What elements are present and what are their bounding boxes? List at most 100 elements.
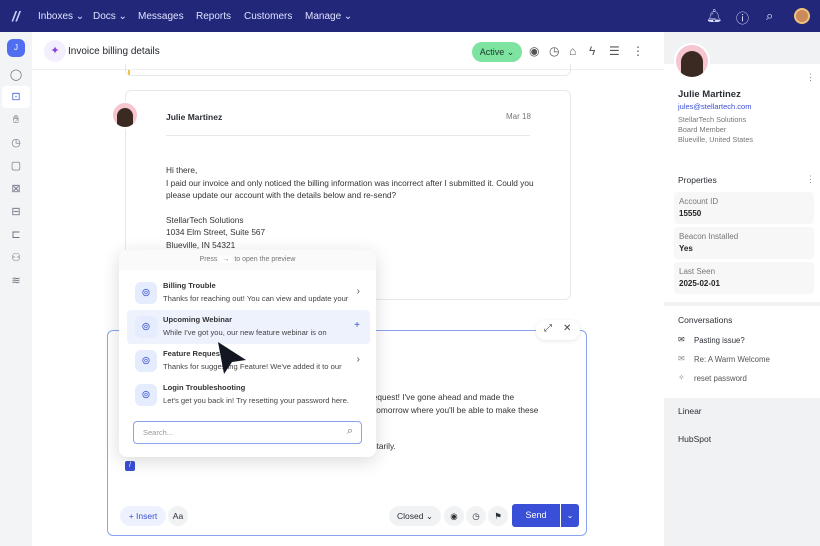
contact-role: Board Member: [678, 125, 727, 134]
nav-inboxes[interactable]: Inboxes ⌄: [38, 11, 84, 22]
nav-docs[interactable]: Docs ⌄: [93, 11, 127, 22]
chat-icon[interactable]: ◯: [9, 68, 23, 82]
workflow-bolt-icon[interactable]: ϟ: [589, 44, 595, 58]
sent-icon[interactable]: ⊠: [9, 182, 23, 196]
message-date: Mar 18: [506, 112, 531, 121]
mailbox-avatar[interactable]: J: [7, 39, 25, 57]
left-sidebar: [0, 32, 32, 546]
contact-email[interactable]: jules@stellartech.com: [678, 102, 751, 111]
status-dropdown[interactable]: Active ⌄: [472, 42, 522, 62]
send-button[interactable]: Send: [512, 504, 560, 527]
notifications-icon[interactable]: 🔔︎: [706, 8, 723, 24]
saved-reply-title: Login Troubleshooting: [163, 383, 246, 392]
insert-button[interactable]: + Insert: [120, 506, 166, 526]
saved-reply-icon: ⊚: [135, 384, 157, 406]
hubspot-integration[interactable]: HubSpot: [678, 434, 711, 444]
status-after-send-dropdown[interactable]: Closed ⌄: [389, 506, 441, 526]
properties-section: Properties ⋮ Account ID 15550 Beacon Inst…: [664, 166, 820, 302]
add-icon[interactable]: +: [354, 320, 360, 331]
help-icon[interactable]: ⓘ: [736, 8, 749, 27]
property-value: Yes: [679, 244, 693, 253]
more-icon[interactable]: ⋮: [806, 174, 815, 185]
mail-icon: ✉: [678, 354, 685, 363]
conversations-section: Conversations ✉ Pasting issue? ✉ Re: A W…: [664, 306, 820, 398]
chevron-right-icon[interactable]: ›: [357, 354, 360, 365]
ai-sparkle-icon: ✦: [44, 40, 66, 62]
saved-reply-preview: Let's get you back in! Try resetting you…: [163, 396, 349, 405]
format-button[interactable]: Aa: [168, 506, 188, 526]
follow-icon[interactable]: ⚑: [488, 506, 508, 526]
properties-title: Properties: [678, 175, 717, 185]
snooze-clock-icon[interactable]: ◷: [466, 506, 486, 526]
slash-command: /: [125, 461, 135, 471]
send-options-chevron-icon[interactable]: ⌄: [561, 504, 579, 527]
clock-icon[interactable]: ◷: [9, 136, 23, 150]
assign-icon[interactable]: ◉: [529, 44, 539, 58]
search-placeholder: Search...: [143, 428, 174, 437]
sparkle-icon: ✧: [678, 373, 685, 382]
folder-icon[interactable]: ⊏: [9, 228, 23, 242]
saved-reply-icon: ⊚: [135, 350, 157, 372]
arrow-key-icon: →: [219, 256, 233, 263]
close-icon[interactable]: ✕: [563, 323, 571, 334]
conversation-link[interactable]: Pasting issue?: [694, 336, 745, 345]
nav-manage[interactable]: Manage ⌄: [305, 11, 352, 22]
saved-reply-title: Billing Trouble: [163, 281, 216, 290]
message-greeting: Hi there,: [166, 165, 198, 175]
conversation-link[interactable]: Re: A Warm Welcome: [694, 355, 770, 364]
draft-icon[interactable]: ▢: [9, 159, 23, 173]
tag-icon[interactable]: ⌂: [569, 44, 576, 58]
nav-messages[interactable]: Messages: [138, 11, 184, 22]
conversations-title: Conversations: [678, 315, 733, 325]
editor-line: request! I've gone ahead and made the: [370, 392, 515, 402]
inbox-icon[interactable]: ⊡: [9, 90, 23, 104]
assign-icon[interactable]: ◉: [444, 506, 464, 526]
mail-icon: ✉: [678, 335, 685, 344]
property-value: 2025-02-01: [679, 279, 720, 288]
property-label: Beacon Installed: [679, 232, 739, 241]
property-label: Last Seen: [679, 267, 716, 276]
contact-company: StellarTech Solutions: [678, 115, 747, 124]
saved-reply-icon: ⊚: [135, 282, 157, 304]
nav-reports[interactable]: Reports: [196, 11, 231, 22]
contact-avatar: [674, 43, 710, 79]
search-icon[interactable]: ⌕: [766, 8, 773, 24]
hint-text: Press: [199, 256, 218, 263]
address-line: StellarTech Solutions: [166, 214, 244, 225]
saved-reply-preview: Thanks for reaching out! You can view an…: [163, 294, 349, 303]
more-icon[interactable]: ⋮: [632, 44, 644, 58]
customer-sidebar: ⋮ Julie Martinez jules@stellartech.com S…: [664, 32, 820, 546]
layout-icon[interactable]: ☰: [609, 44, 620, 58]
contact-location: Blueville, United States: [678, 135, 754, 144]
saved-reply-item[interactable]: ⊚ Feature Request Thanks for suggesting …: [127, 344, 370, 378]
layers-icon[interactable]: ≋: [9, 274, 23, 288]
nav-customers[interactable]: Customers: [244, 11, 292, 22]
editor-line: tomorrow where you'll be able to make th…: [374, 405, 539, 415]
author-avatar: [111, 101, 139, 129]
contact-name: Julie Martinez: [678, 89, 741, 100]
conversation-link[interactable]: reset password: [694, 374, 747, 383]
logo-icon[interactable]: //: [12, 8, 20, 24]
property-label: Account ID: [679, 197, 719, 206]
archive-icon[interactable]: ⊟: [9, 205, 23, 219]
user-avatar[interactable]: [794, 8, 810, 24]
hint-text: to open the preview: [234, 256, 296, 263]
saved-reply-search-input[interactable]: Search... ⌕: [133, 421, 362, 444]
saved-reply-icon: ⊚: [135, 316, 157, 338]
message-author: Julie Martinez: [166, 112, 223, 122]
expand-icon[interactable]: ⤢: [544, 323, 552, 334]
saved-reply-preview: While I've got you, our new feature webi…: [163, 328, 327, 337]
mouse-cursor-icon: [218, 342, 246, 374]
snooze-clock-icon[interactable]: ◷: [549, 44, 559, 58]
saved-reply-item-highlighted[interactable]: ⊚ Upcoming Webinar While I've got you, o…: [127, 310, 370, 344]
saved-reply-item[interactable]: ⊚ Billing Trouble Thanks for reaching ou…: [127, 276, 370, 310]
saved-reply-item[interactable]: ⊚ Login Troubleshooting Let's get you ba…: [127, 378, 370, 412]
more-icon[interactable]: ⋮: [806, 72, 815, 83]
users-icon[interactable]: ⚇: [9, 251, 23, 265]
saved-reply-title: Upcoming Webinar: [163, 315, 233, 324]
chevron-right-icon[interactable]: ›: [357, 286, 360, 297]
hand-icon[interactable]: ✋︎: [9, 113, 23, 127]
linear-integration[interactable]: Linear: [678, 406, 702, 416]
property-value: 15550: [679, 209, 702, 218]
conversation-title: Invoice billing details: [68, 46, 160, 57]
